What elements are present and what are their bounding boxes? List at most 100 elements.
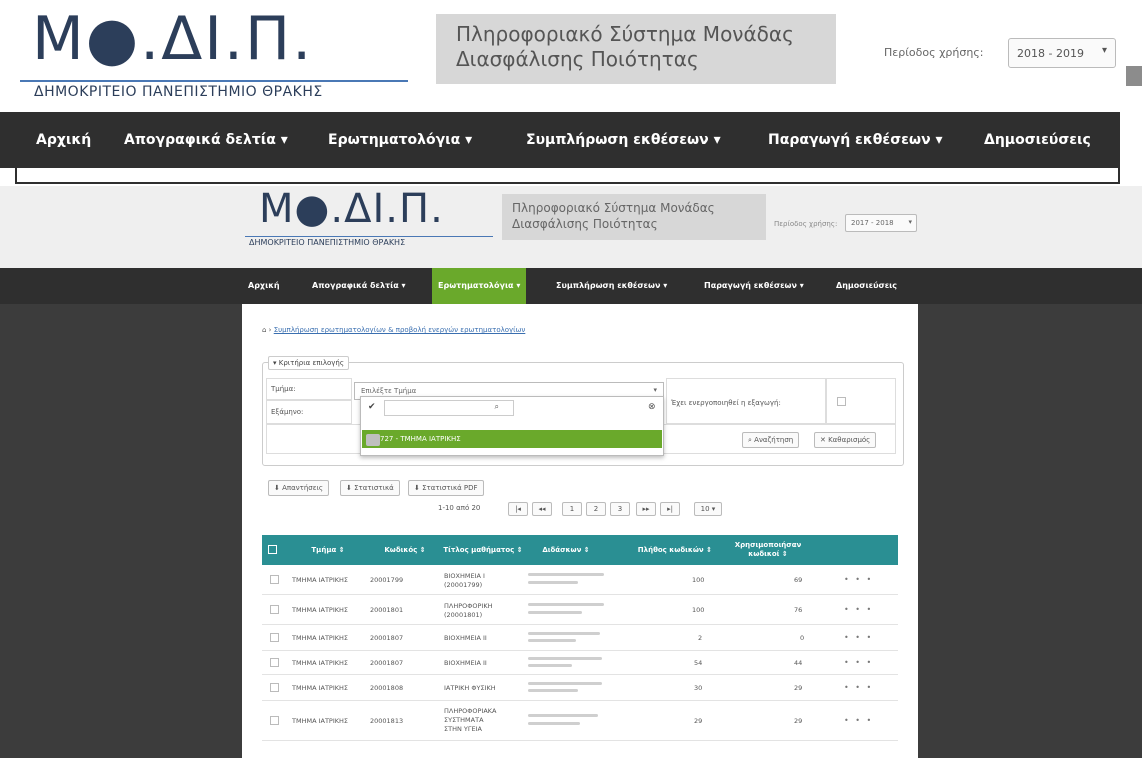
period-select[interactable]: 2018 - 2019 ▾ [1008,38,1116,68]
cell-title-l1: ΙΑΤΡΙΚΗ ΦΥΣΙΚΗ [444,684,496,692]
period-value-small: 2017 - 2018 [851,219,894,227]
courses-table: Τμήμα ⇕ Κωδικός ⇕ Τίτλος μαθήματος ⇕ Διδ… [262,535,898,758]
pager-page-1[interactable]: 1 [562,502,582,516]
table-row[interactable]: ΤΜΗΜΑ ΙΑΤΡΙΚΗΣ 20001799 ΒΙΟΧΗΜΕΙΑ Ι (200… [262,565,898,595]
cell-used: 29 [794,717,803,725]
pager-first[interactable]: |◂ [508,502,528,516]
pager-page-2[interactable]: 2 [586,502,606,516]
clear-button-label: Καθαρισμός [828,436,871,444]
col-title[interactable]: Τίτλος μαθήματος ⇕ [442,535,524,565]
col-code[interactable]: Κωδικός ⇕ [368,535,442,565]
stats-button[interactable]: ⬇ Στατιστικά [340,480,400,496]
cell-title-l1: ΠΛΗΡΟΦΟΡΙΑΚΑ [444,707,497,715]
cell-title-l1: ΒΙΟΧΗΜΕΙΑ ΙΙ [444,634,487,642]
cell-title-l1: ΒΙΟΧΗΜΕΙΑ ΙΙ [444,659,487,667]
col-total[interactable]: Πλήθος κωδικών ⇕ [608,535,718,565]
blurred-teacher [528,632,600,635]
breadcrumb-link[interactable]: Συμπλήρωση ερωτηματολογίων & προβολή ενε… [274,326,526,334]
active-label-cell: Έχει ενεργοποιηθεί η εξαγωγή: [666,378,826,424]
cell-dept: ΤΜΗΜΑ ΙΑΤΡΙΚΗΣ [292,576,349,584]
dropdown-search-input[interactable]: ⌕ [384,400,514,416]
system-title-line2: Διασφάλισης Ποιότητας [456,47,699,71]
row-menu-icon[interactable]: • • • [844,683,873,692]
blurred-teacher [528,722,580,725]
nav-publications-small[interactable]: Δημοσιεύσεις [836,268,897,304]
nav-questionnaires-small[interactable]: Ερωτηματολόγια ▾ [432,268,527,304]
criteria-toggle[interactable]: ▾ Κριτήρια επιλογής [268,356,349,370]
cell-total: 100 [692,576,705,584]
nav-questionnaires[interactable]: Ερωτηματολόγια ▾ [328,112,472,168]
table-row[interactable]: ΤΜΗΜΑ ΙΑΤΡΙΚΗΣ 20001807 ΒΙΟΧΗΜΕΙΑ ΙΙ 54 … [262,651,898,675]
row-menu-icon[interactable]: • • • [844,716,873,725]
row-checkbox[interactable] [270,633,279,642]
answers-button-label: Απαντήσεις [282,484,323,492]
nav-home[interactable]: Αρχική [36,112,91,168]
row-menu-icon[interactable]: • • • [844,605,873,614]
home-icon[interactable]: ⌂ › [262,326,271,334]
table-row[interactable]: ΤΜΗΜΑ ΙΑΤΡΙΚΗΣ 20001807 ΒΙΟΧΗΜΕΙΑ ΙΙ 2 0… [262,625,898,651]
blurred-teacher [528,689,578,692]
row-menu-icon[interactable]: • • • [844,575,873,584]
table-row[interactable]: ΤΜΗΜΑ ΙΑΤΡΙΚΗΣ 20001808 ΙΑΤΡΙΚΗ ΦΥΣΙΚΗ 3… [262,675,898,701]
pager-page-3[interactable]: 3 [610,502,630,516]
cell-total: 54 [694,659,703,667]
cell-used: 0 [800,634,805,642]
system-title-box: Πληροφοριακό Σύστημα Μονάδας Διασφάλισης… [436,14,836,84]
active-export-checkbox[interactable] [837,397,846,406]
answers-button[interactable]: ⬇ Απαντήσεις [268,480,329,496]
col-used[interactable]: Χρησιμοποιήσαν κωδικοί ⇕ [718,535,818,565]
pager-size-select[interactable]: 10 ▾ [694,502,722,516]
search-button[interactable]: ⌕ Αναζήτηση [742,432,800,448]
side-tab-icon[interactable] [1126,66,1142,86]
row-menu-icon[interactable]: • • • [844,658,873,667]
logo-rule [20,80,408,82]
pager-last[interactable]: ▸| [660,502,680,516]
cell-dept: ΤΜΗΜΑ ΙΑΤΡΙΚΗΣ [292,634,349,642]
blurred-teacher [528,664,572,667]
row-checkbox[interactable] [270,575,279,584]
table-row[interactable]: ΤΜΗΜΑ ΙΑΤΡΙΚΗΣ 20001813 ΠΛΗΡΟΦΟΡΙΑΚΑ ΣΥΣ… [262,701,898,741]
nav-fill-reports-small[interactable]: Συμπλήρωση εκθέσεων ▾ [556,268,667,304]
dropdown-option[interactable]: 727 - ΤΜΗΜΑ ΙΑΤΡΙΚΗΣ [362,430,662,448]
cell-dept: ΤΜΗΜΑ ΙΑΤΡΙΚΗΣ [292,717,349,725]
nav-generate-reports[interactable]: Παραγωγή εκθέσεων ▾ [768,112,943,168]
nav-registry[interactable]: Απογραφικά δελτία ▾ [124,112,288,168]
cell-title-l2: (20001801) [444,611,483,619]
semester-label-cell: Εξάμηνο: [266,400,352,424]
period-select-small[interactable]: 2017 - 2018 ▾ [845,214,917,232]
col-teacher[interactable]: Διδάσκων ⇕ [524,535,608,565]
stats-button-label: Στατιστικά [354,484,394,492]
dropdown-option-label: 727 - ΤΜΗΜΑ ΙΑΤΡΙΚΗΣ [380,435,461,443]
period-value: 2018 - 2019 [1017,47,1084,60]
col-dept[interactable]: Τμήμα ⇕ [288,535,368,565]
nav-registry-small[interactable]: Απογραφικά δελτία ▾ [312,268,406,304]
stats-pdf-button[interactable]: ⬇ Στατιστικά PDF [408,480,484,496]
row-checkbox[interactable] [270,683,279,692]
nav-generate-reports-small[interactable]: Παραγωγή εκθέσεων ▾ [704,268,804,304]
cursor-hand-icon [366,434,380,446]
cell-used: 44 [794,659,803,667]
cell-code: 20001813 [370,717,404,725]
nav-publications[interactable]: Δημοσιεύσεις [984,112,1091,168]
select-all-checkbox[interactable] [268,545,277,554]
row-menu-icon[interactable]: • • • [844,633,873,642]
clear-button[interactable]: ✕ Καθαρισμός [814,432,877,448]
row-checkbox[interactable] [270,658,279,667]
nav-fill-reports[interactable]: Συμπλήρωση εκθέσεων ▾ [526,112,721,168]
active-export-label: Έχει ενεργοποιηθεί η εξαγωγή: [671,399,781,407]
checkmark-icon[interactable]: ✔ [368,402,376,412]
blurred-teacher [528,682,602,685]
duth-logo-large: Μ●.ΔΙ.Π. ΔΗΜΟΚΡΙΤΕΙΟ ΠΑΝΕΠΙΣΤΗΜΙΟ ΘΡΑΚΗΣ [18,4,418,102]
table-row[interactable]: ΤΜΗΜΑ ΙΑΤΡΙΚΗΣ 20001801 ΠΛΗΡΟΦΟΡΙΚΗ (200… [262,595,898,625]
pager-prev[interactable]: ◂◂ [532,502,552,516]
nav-home-small[interactable]: Αρχική [248,268,280,304]
logo-subtitle: ΔΗΜΟΚΡΙΤΕΙΟ ΠΑΝΕΠΙΣΤΗΜΙΟ ΘΡΑΚΗΣ [34,84,323,100]
row-checkbox[interactable] [270,605,279,614]
system-title-line2-small: Διασφάλισης Ποιότητας [512,217,658,231]
row-checkbox[interactable] [270,716,279,725]
cell-used: 29 [794,684,803,692]
cell-total: 29 [694,717,703,725]
clear-search-icon[interactable]: ⊗ [648,402,656,412]
pager-next[interactable]: ▸▸ [636,502,656,516]
cell-dept: ΤΜΗΜΑ ΙΑΤΡΙΚΗΣ [292,606,349,614]
